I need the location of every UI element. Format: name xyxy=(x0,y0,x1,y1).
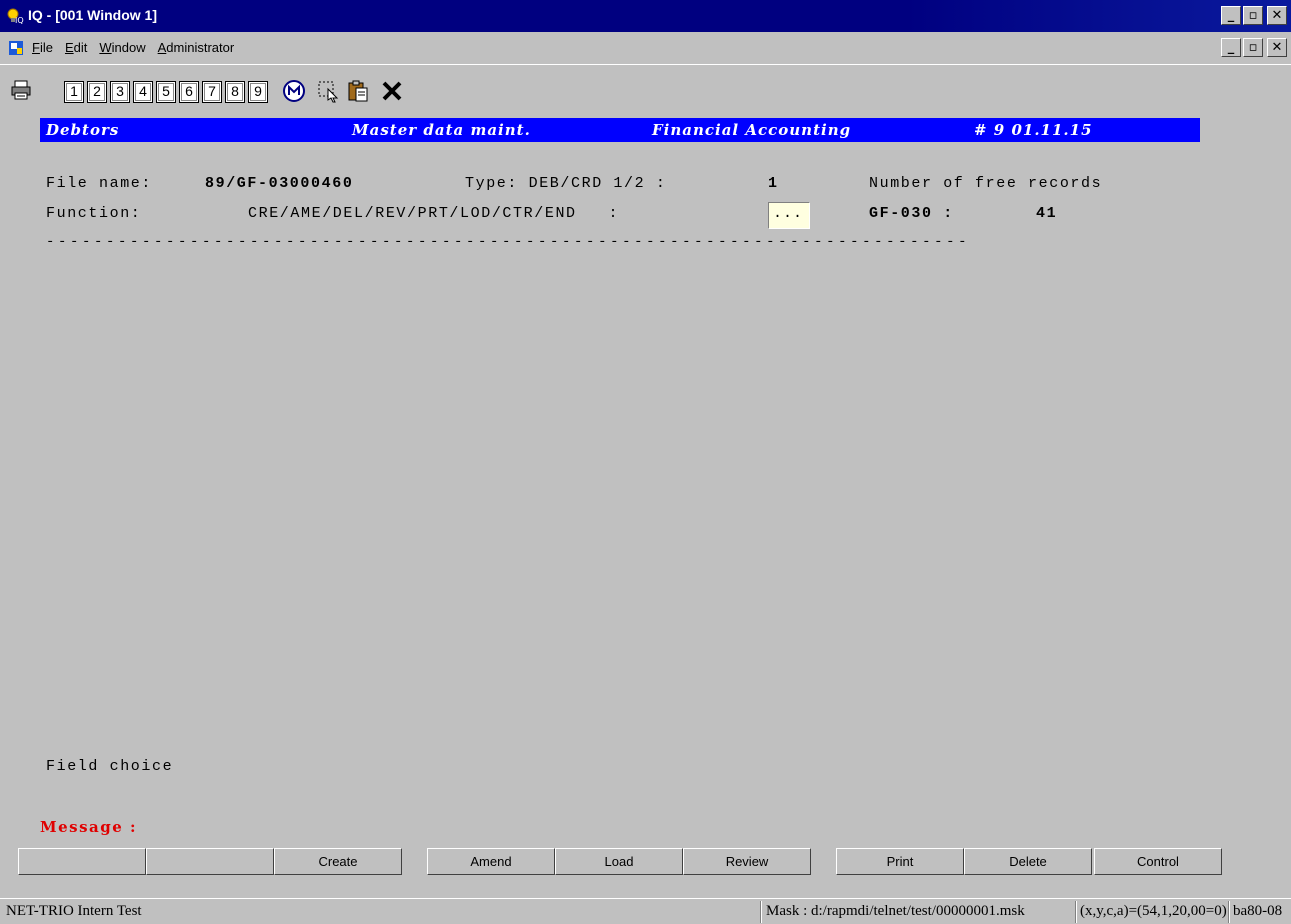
free-records-key: GF-030 : xyxy=(869,205,954,222)
window-9-button[interactable]: 9 xyxy=(248,81,268,103)
child-close-button[interactable]: ✕ xyxy=(1267,38,1287,57)
toolbar: 1 2 3 4 5 6 7 8 9 xyxy=(0,64,1291,114)
menu-administrator[interactable]: Administrator xyxy=(158,40,235,55)
child-restore-button[interactable]: ▫ xyxy=(1243,38,1263,57)
svg-text:IQ: IQ xyxy=(15,16,24,25)
window-7-button[interactable]: 7 xyxy=(202,81,222,103)
separator-line: ----------------------------------------… xyxy=(46,234,971,250)
close-x-icon[interactable] xyxy=(380,79,404,103)
field-choice-label: Field choice xyxy=(46,758,174,775)
file-name-label: File name: xyxy=(46,175,153,192)
child-minimize-button[interactable]: _ xyxy=(1221,38,1241,57)
minimize-button[interactable]: _ xyxy=(1221,6,1241,25)
window-6-button[interactable]: 6 xyxy=(179,81,199,103)
menu-bar: File Edit Window Administrator _ ▫ ✕ xyxy=(0,32,1291,64)
banner-module: Debtors xyxy=(46,121,120,139)
function-key-empty-1[interactable] xyxy=(18,848,146,875)
menu-file[interactable]: File xyxy=(32,40,53,55)
control-button[interactable]: Control xyxy=(1094,848,1222,875)
window-4-button[interactable]: 4 xyxy=(133,81,153,103)
printer-icon[interactable] xyxy=(10,79,32,101)
file-name-value: 89/GF-03000460 xyxy=(205,175,354,192)
delete-button[interactable]: Delete xyxy=(964,848,1092,875)
status-bar: NET-TRIO Intern Test Mask : d:/rapmdi/te… xyxy=(0,898,1291,924)
free-records-value: 41 xyxy=(1036,205,1058,222)
create-button[interactable]: Create xyxy=(274,848,402,875)
function-label: Function: xyxy=(46,205,142,222)
window-title: IQ - [001 Window 1] xyxy=(28,7,157,23)
function-key-empty-2[interactable] xyxy=(146,848,274,875)
type-label: Type: DEB/CRD 1/2 : xyxy=(465,175,667,192)
restore-button[interactable]: ▫ xyxy=(1243,6,1263,25)
free-records-label: Number of free records xyxy=(869,175,1103,192)
message-label: Message : xyxy=(40,818,138,836)
screen-header-banner: Debtors Master data maint. Financial Acc… xyxy=(40,118,1200,142)
window-3-button[interactable]: 3 xyxy=(110,81,130,103)
app-icon: IQ xyxy=(7,8,24,25)
document-icon[interactable] xyxy=(8,40,24,56)
review-button[interactable]: Review xyxy=(683,848,811,875)
banner-id-date: # 9 01.11.15 xyxy=(974,121,1093,139)
function-input[interactable]: ... xyxy=(768,202,810,229)
status-code: ba80-08 xyxy=(1233,903,1283,919)
status-coordinates: (x,y,c,a)=(54,1,20,00=0) xyxy=(1080,903,1227,919)
window-2-button[interactable]: 2 xyxy=(87,81,107,103)
load-button[interactable]: Load xyxy=(555,848,683,875)
print-button[interactable]: Print xyxy=(836,848,964,875)
status-environment: NET-TRIO Intern Test xyxy=(6,903,142,919)
menu-circle-icon[interactable] xyxy=(282,79,306,103)
menu-edit[interactable]: Edit xyxy=(65,40,87,55)
status-mask-path: Mask : d:/rapmdi/telnet/test/00000001.ms… xyxy=(766,903,1025,919)
window-1-button[interactable]: 1 xyxy=(64,81,84,103)
menu-window[interactable]: Window xyxy=(99,40,145,55)
type-value: 1 xyxy=(768,175,779,192)
select-area-icon[interactable] xyxy=(316,79,340,103)
amend-button[interactable]: Amend xyxy=(427,848,555,875)
close-button[interactable]: ✕ xyxy=(1267,6,1287,25)
function-options: CRE/AME/DEL/REV/PRT/LOD/CTR/END : xyxy=(248,205,620,222)
title-bar: IQ IQ - [001 Window 1] _ ▫ ✕ xyxy=(0,0,1291,32)
window-5-button[interactable]: 5 xyxy=(156,81,176,103)
window-8-button[interactable]: 8 xyxy=(225,81,245,103)
banner-system: Financial Accounting xyxy=(652,121,852,139)
banner-function: Master data maint. xyxy=(352,121,531,139)
paste-icon[interactable] xyxy=(346,79,370,103)
